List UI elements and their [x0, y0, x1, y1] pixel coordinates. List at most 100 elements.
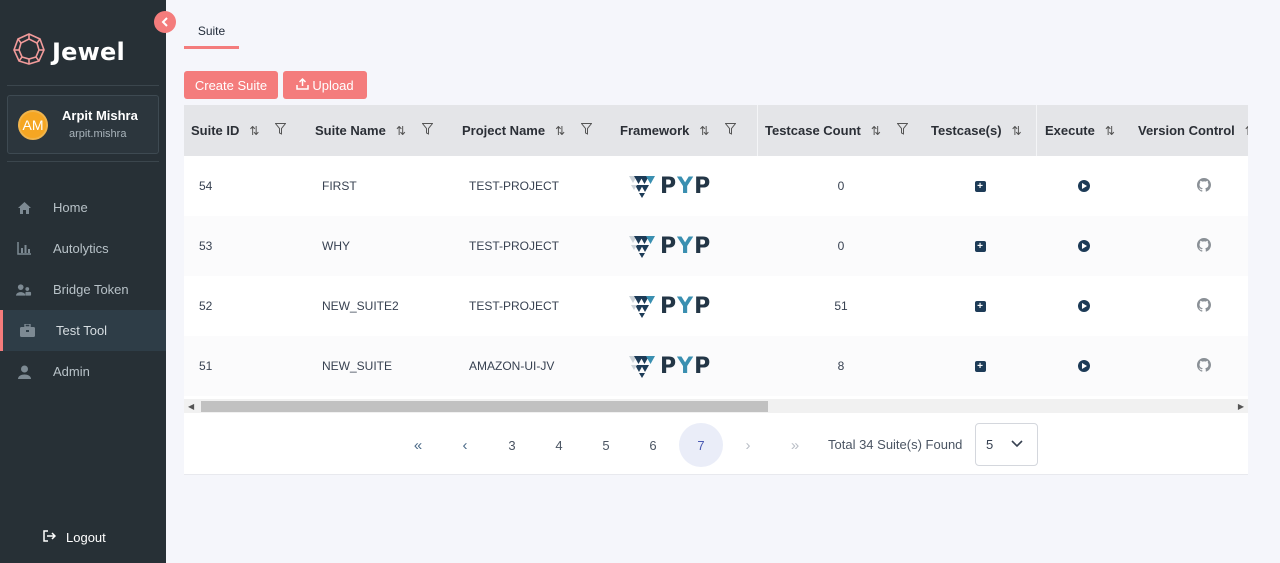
plus-icon: +: [974, 300, 986, 312]
upload-button[interactable]: Upload: [283, 71, 367, 99]
sidebar-item-autolytics[interactable]: Autolytics: [0, 228, 166, 269]
table-row[interactable]: 52 NEW_SUITE2 TEST-PROJECT PYP 51 +: [184, 276, 1248, 336]
filter-icon[interactable]: [421, 123, 434, 138]
github-icon: [1197, 177, 1211, 195]
sort-icon[interactable]: ⇅: [699, 124, 709, 138]
column-label: Suite Name: [315, 123, 386, 138]
header-divider: [757, 105, 758, 156]
filter-icon[interactable]: [724, 123, 737, 138]
page-button[interactable]: 3: [490, 423, 534, 467]
filter-icon[interactable]: [580, 123, 593, 138]
execute-button[interactable]: [1073, 156, 1095, 216]
avatar: AM: [18, 110, 48, 140]
column-header-testcases[interactable]: Testcase(s) ⇅: [931, 105, 1022, 156]
add-testcase-button[interactable]: +: [969, 216, 991, 276]
sort-icon[interactable]: ⇅: [1245, 124, 1248, 138]
user-card[interactable]: AM Arpit Mishra arpit.mishra: [7, 95, 159, 154]
header-divider: [1036, 105, 1037, 156]
github-button[interactable]: [1192, 156, 1216, 216]
plus-icon: +: [974, 360, 986, 372]
tab-suite[interactable]: Suite: [184, 19, 239, 49]
plus-icon: +: [974, 180, 986, 192]
cell-suite-id: 51: [199, 359, 213, 373]
column-header-version-control[interactable]: Version Control ⇅: [1138, 105, 1248, 156]
column-header-suite-id[interactable]: Suite ID ⇅: [191, 105, 288, 156]
page-button[interactable]: 4: [537, 423, 581, 467]
column-label: Version Control: [1138, 123, 1235, 138]
column-header-framework[interactable]: Framework ⇅: [620, 105, 737, 156]
scroll-thumb[interactable]: [201, 401, 768, 412]
add-testcase-button[interactable]: +: [969, 276, 991, 336]
page-button[interactable]: 5: [584, 423, 628, 467]
sidebar-item-label: Test Tool: [56, 323, 108, 338]
cell-suite-id: 53: [199, 239, 213, 253]
page-size-value: 5: [986, 437, 994, 452]
github-button[interactable]: [1192, 276, 1216, 336]
column-header-testcase-count[interactable]: Testcase Count ⇅: [765, 105, 909, 156]
last-page-button[interactable]: »: [773, 423, 817, 467]
scroll-right-icon[interactable]: ▶: [1238, 402, 1244, 411]
total-count: Total 34 Suite(s) Found: [828, 437, 963, 452]
cell-suite-name[interactable]: FIRST: [322, 156, 357, 216]
sort-icon[interactable]: ⇅: [871, 124, 881, 138]
add-testcase-button[interactable]: +: [969, 156, 991, 216]
page-size-select[interactable]: 5: [975, 423, 1038, 466]
play-icon: [1078, 240, 1090, 252]
sidebar-item-admin[interactable]: Admin: [0, 351, 166, 392]
cell-project-name: AMAZON-UI-JV: [469, 359, 555, 373]
execute-button[interactable]: [1073, 276, 1095, 336]
add-testcase-button[interactable]: +: [969, 336, 991, 396]
column-header-project-name[interactable]: Project Name ⇅: [462, 105, 593, 156]
column-label: Execute: [1045, 123, 1095, 138]
prev-page-button[interactable]: ‹: [443, 423, 487, 467]
first-page-button[interactable]: «: [396, 423, 440, 467]
user-name: Arpit Mishra: [62, 108, 138, 123]
cell-testcase-count: 0: [837, 239, 845, 253]
suite-table: Suite ID ⇅ Suite Name ⇅ Project Name ⇅ F…: [184, 105, 1248, 413]
page-button[interactable]: 6: [631, 423, 675, 467]
github-icon: [1197, 297, 1211, 315]
sidebar-item-home[interactable]: Home: [0, 187, 166, 228]
github-button[interactable]: [1192, 336, 1216, 396]
logout-button[interactable]: Logout: [43, 530, 106, 545]
cell-suite-name[interactable]: WHY: [322, 216, 350, 276]
page-button-current[interactable]: 7: [679, 423, 723, 467]
sidebar-item-bridge-token[interactable]: Bridge Token: [0, 269, 166, 310]
sort-icon[interactable]: ⇅: [396, 124, 406, 138]
sort-icon[interactable]: ⇅: [249, 124, 259, 138]
horizontal-scrollbar[interactable]: ◀ ▶: [184, 399, 1248, 413]
home-icon: [16, 200, 32, 216]
column-header-execute[interactable]: Execute ⇅: [1045, 105, 1115, 156]
framework-name: PYP: [660, 233, 712, 259]
sidebar-divider: [7, 85, 159, 86]
chevron-left-icon: [161, 14, 169, 30]
execute-button[interactable]: [1073, 336, 1095, 396]
github-button[interactable]: [1192, 216, 1216, 276]
column-header-suite-name[interactable]: Suite Name ⇅: [315, 105, 434, 156]
next-page-button[interactable]: ›: [726, 423, 770, 467]
table-row[interactable]: 54 FIRST TEST-PROJECT PYP 0 +: [184, 156, 1248, 216]
table-row[interactable]: 53 WHY TEST-PROJECT PYP 0 +: [184, 216, 1248, 276]
github-icon: [1197, 237, 1211, 255]
logout-label: Logout: [66, 530, 106, 545]
user-icon: [16, 364, 32, 380]
collapse-sidebar-button[interactable]: [154, 11, 176, 33]
sort-icon[interactable]: ⇅: [555, 124, 565, 138]
sidebar-item-test-tool[interactable]: Test Tool: [0, 310, 166, 351]
brand[interactable]: Jewel: [12, 32, 125, 71]
filter-icon[interactable]: [896, 123, 909, 138]
scroll-left-icon[interactable]: ◀: [188, 402, 194, 411]
create-suite-button[interactable]: Create Suite: [184, 71, 278, 99]
pagination: « ‹ 3 4 5 6 7 › » Total 34 Suite(s) Foun…: [184, 413, 1248, 475]
cell-suite-name[interactable]: NEW_SUITE: [322, 336, 392, 396]
filter-icon[interactable]: [274, 123, 288, 138]
jewel-logo-icon: [12, 32, 46, 71]
execute-button[interactable]: [1073, 216, 1095, 276]
cell-suite-name[interactable]: NEW_SUITE2: [322, 276, 399, 336]
sort-icon[interactable]: ⇅: [1012, 124, 1022, 138]
logout-icon: [43, 530, 57, 545]
sort-icon[interactable]: ⇅: [1105, 124, 1115, 138]
table-row[interactable]: 51 NEW_SUITE AMAZON-UI-JV PYP 8 +: [184, 336, 1248, 396]
framework-name: PYP: [660, 353, 712, 379]
column-label: Testcase Count: [765, 123, 861, 138]
